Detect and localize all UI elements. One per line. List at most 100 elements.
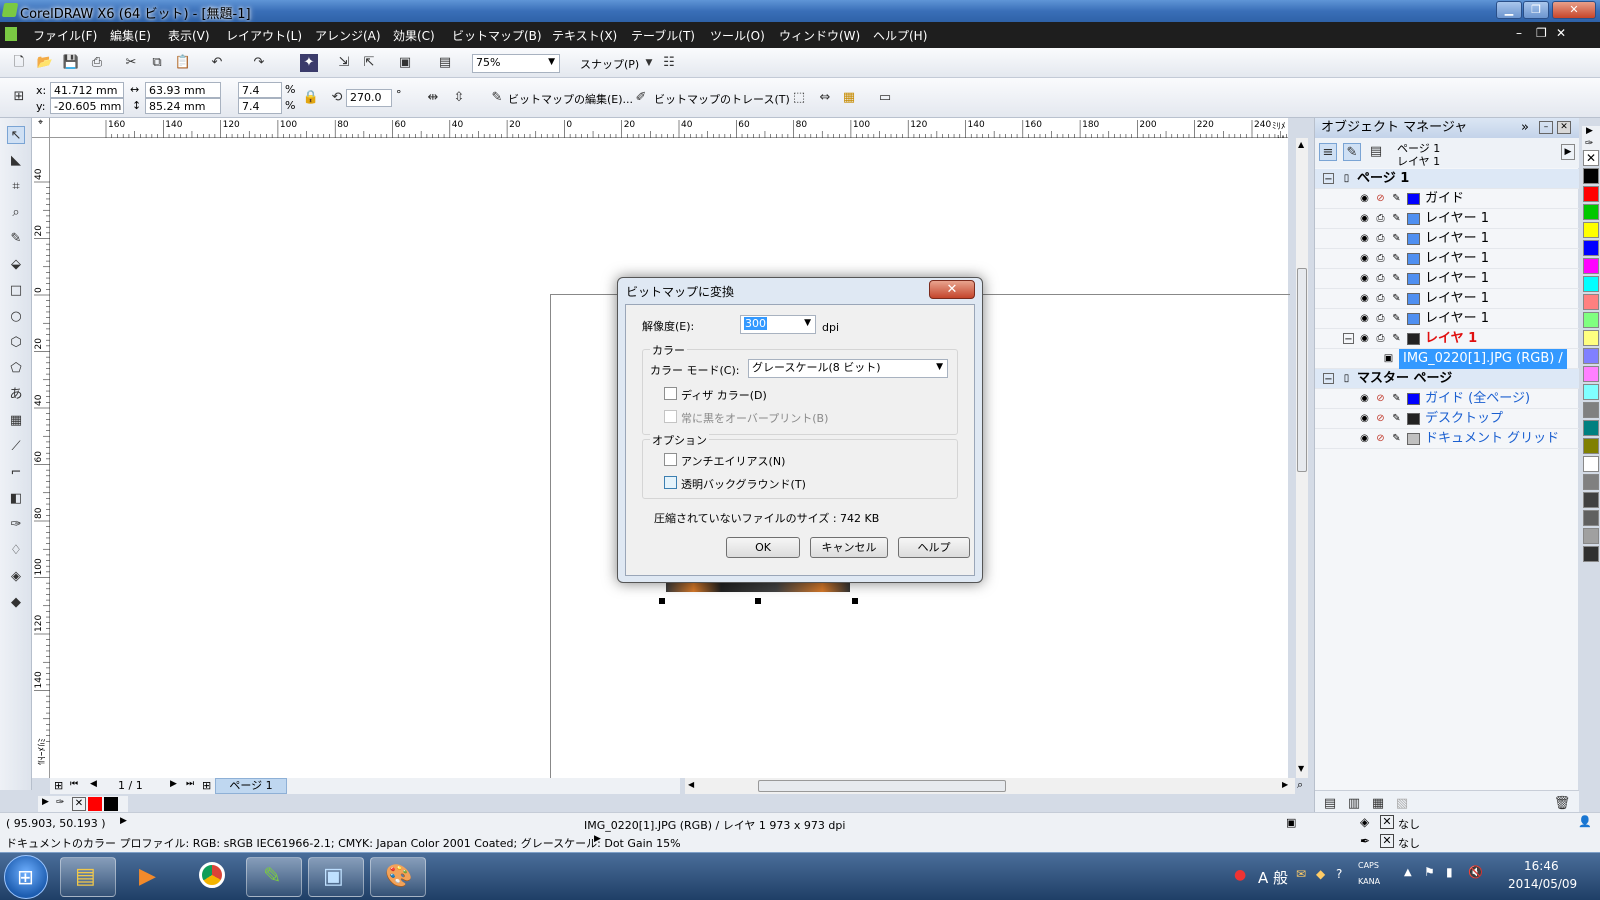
ime-dictionary-icon[interactable]: ◆ xyxy=(1316,867,1325,881)
menu-arrange[interactable]: アレンジ(A) xyxy=(315,27,381,44)
palette-picker-icon[interactable]: ✑ xyxy=(1585,138,1593,149)
menu-tools[interactable]: ツール(O) xyxy=(710,27,765,44)
palette-swatch[interactable] xyxy=(1583,276,1599,292)
open-icon[interactable]: 📂 xyxy=(36,54,54,72)
basic-shapes-icon[interactable]: ⬠ xyxy=(7,360,25,378)
tree-layer-row[interactable]: ◉ ⎙ ✎ レイヤー 1 xyxy=(1315,229,1579,249)
scroll-down-icon[interactable]: ▼ xyxy=(1298,764,1304,773)
palette-swatch[interactable] xyxy=(1583,366,1599,382)
print-icon[interactable]: ⎙ xyxy=(1375,313,1386,324)
palette-swatch[interactable] xyxy=(1583,546,1599,562)
palette-swatch[interactable] xyxy=(1583,348,1599,364)
outline-none-swatch[interactable]: ✕ xyxy=(1380,834,1394,848)
eye-icon[interactable]: ◉ xyxy=(1359,213,1370,224)
palette-swatch[interactable] xyxy=(1583,384,1599,400)
print-icon[interactable]: ⎙ xyxy=(1375,233,1386,244)
palette-swatch[interactable] xyxy=(1583,456,1599,472)
tree-layer-row[interactable]: ◉ ⎙ ✎ レイヤー 1 xyxy=(1315,309,1579,329)
ruler-origin-icon[interactable]: ⌖ xyxy=(32,118,50,138)
eye-icon[interactable]: ◉ xyxy=(1359,393,1370,404)
palette-none-swatch[interactable]: ✕ xyxy=(1583,150,1599,166)
print-icon[interactable]: ⎙ xyxy=(1375,213,1386,224)
palette-swatch[interactable] xyxy=(1583,402,1599,418)
selection-handle[interactable] xyxy=(852,598,858,604)
eye-icon[interactable]: ◉ xyxy=(1359,273,1370,284)
edit-icon[interactable]: ✎ xyxy=(1391,273,1402,284)
table-tool-icon[interactable]: ▦ xyxy=(7,412,25,430)
smart-fill-icon[interactable]: ⬙ xyxy=(7,256,25,274)
eye-icon[interactable]: ◉ xyxy=(1359,293,1370,304)
redo-icon[interactable]: ↷ xyxy=(250,54,268,72)
close-button[interactable]: ✕ xyxy=(1552,1,1596,19)
zoom-navigator-icon[interactable]: ⌕ xyxy=(1297,778,1303,792)
tree-layer-row[interactable]: ◉ ⎙ ✎ レイヤー 1 xyxy=(1315,209,1579,229)
tree-layer-row[interactable]: ◉ ⎙ ✎ レイヤー 1 xyxy=(1315,289,1579,309)
overprint-checkbox[interactable] xyxy=(664,410,677,423)
palette-swatch[interactable] xyxy=(1583,168,1599,184)
paint-taskbar-icon[interactable]: 🎨 xyxy=(370,857,426,897)
palette-eyedropper-icon[interactable]: ✑ xyxy=(56,797,64,808)
export-icon[interactable]: ⇱ xyxy=(360,54,378,72)
scroll-right-icon[interactable]: ▶ xyxy=(1282,780,1288,789)
media-player-taskbar-icon[interactable]: ▶ xyxy=(122,857,178,897)
width-field[interactable]: 63.93 mm xyxy=(145,82,221,98)
layer-color-swatch[interactable] xyxy=(1407,333,1420,345)
collapse-icon[interactable]: − xyxy=(1323,173,1334,185)
crop-bitmap-icon[interactable]: ⬚ xyxy=(790,89,808,107)
next-page-icon[interactable]: ▶ xyxy=(170,779,177,789)
palette-expand-icon[interactable]: ▶ xyxy=(42,797,49,807)
volume-muted-icon[interactable]: 🔇 xyxy=(1468,865,1483,879)
tree-layer-row[interactable]: ◉ ⎙ ✎ レイヤー 1 xyxy=(1315,269,1579,289)
layer-color-swatch[interactable] xyxy=(1407,233,1420,245)
transparent-background-checkbox[interactable] xyxy=(664,476,677,489)
interactive-fill-icon[interactable]: ◆ xyxy=(7,594,25,612)
search-content-icon[interactable]: ✦ xyxy=(300,54,318,72)
edit-icon[interactable]: ✎ xyxy=(1391,293,1402,304)
edit-icon[interactable]: ✎ xyxy=(1391,333,1402,344)
edit-icon[interactable]: ✎ xyxy=(1391,253,1402,264)
welcome-screen-icon[interactable]: ▤ xyxy=(436,54,454,72)
ime-help-icon[interactable]: ? xyxy=(1336,867,1342,881)
import-icon[interactable]: ⇲ xyxy=(335,54,353,72)
new-layer-icon[interactable]: ▤ xyxy=(1321,795,1339,813)
first-page-icon[interactable]: ⏮ xyxy=(70,779,78,789)
prev-page-icon[interactable]: ◀ xyxy=(90,779,97,789)
text-tool-icon[interactable]: あ xyxy=(7,386,25,404)
edit-icon[interactable]: ✎ xyxy=(1391,413,1402,424)
edit-icon[interactable]: ✎ xyxy=(1391,233,1402,244)
ellipse-tool-icon[interactable]: ○ xyxy=(7,308,25,326)
snap-arrow-icon[interactable]: ▼ xyxy=(640,54,658,72)
edit-icon[interactable]: ✎ xyxy=(1391,433,1402,444)
shape-tool-icon[interactable]: ◣ xyxy=(7,152,25,170)
palette-swatch[interactable] xyxy=(1583,294,1599,310)
color-proof-icon[interactable]: ▣ xyxy=(1286,816,1296,829)
undo-icon[interactable]: ↶ xyxy=(208,54,226,72)
polygon-tool-icon[interactable]: ⬡ xyxy=(7,334,25,352)
fill-none-swatch[interactable]: ✕ xyxy=(1380,815,1394,829)
new-master-all-icon[interactable]: ▦ xyxy=(1369,795,1387,813)
print-icon[interactable]: ⎙ xyxy=(88,54,106,72)
dimension-tool-icon[interactable]: ⟋ xyxy=(7,438,25,456)
layer-color-swatch[interactable] xyxy=(1407,433,1420,445)
paste-icon[interactable]: 📋 xyxy=(174,54,192,72)
eye-icon[interactable]: ◉ xyxy=(1359,253,1370,264)
eye-icon[interactable]: ◉ xyxy=(1359,413,1370,424)
new-master-layer-icon[interactable]: ▥ xyxy=(1345,795,1363,813)
outline-tool-icon[interactable]: ♢ xyxy=(7,542,25,560)
scroll-left-icon[interactable]: ◀ xyxy=(688,780,694,789)
height-field[interactable]: 85.24 mm xyxy=(145,98,221,114)
eyedropper-tool-icon[interactable]: ✑ xyxy=(7,516,25,534)
zoom-tool-icon[interactable]: ⌕ xyxy=(7,204,25,222)
cancel-button[interactable]: キャンセル xyxy=(810,537,888,558)
print-icon[interactable]: ⎙ xyxy=(1375,253,1386,264)
layer-color-swatch[interactable] xyxy=(1407,313,1420,325)
eye-icon[interactable]: ◉ xyxy=(1359,333,1370,344)
clock-date[interactable]: 2014/05/09 xyxy=(1508,877,1577,891)
layer-color-swatch[interactable] xyxy=(1407,293,1420,305)
wrap-text-icon[interactable]: ▭ xyxy=(876,89,894,107)
layer-color-swatch[interactable] xyxy=(1407,253,1420,265)
show-hidden-icons-icon[interactable]: ▲ xyxy=(1404,867,1412,878)
layer-color-swatch[interactable] xyxy=(1407,213,1420,225)
docker-collapse-icon[interactable]: » xyxy=(1521,118,1529,138)
resolution-select[interactable]: 300 ▼ xyxy=(740,315,816,334)
